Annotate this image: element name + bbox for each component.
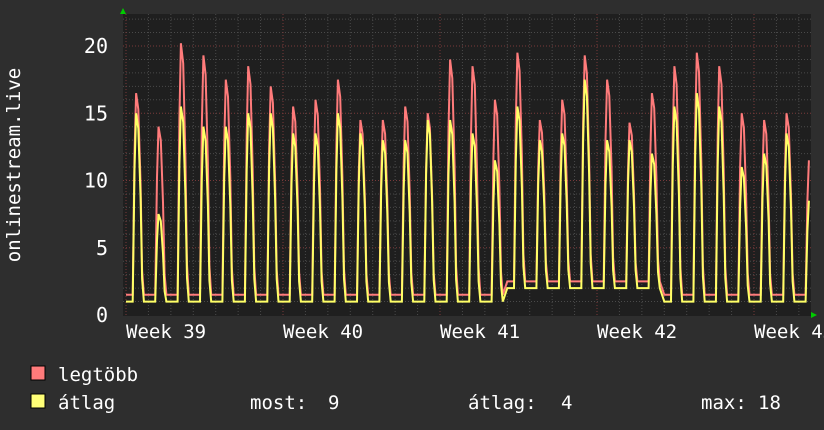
y-tick-label: 10 — [84, 169, 108, 193]
x-axis-arrow-icon — [811, 312, 817, 318]
y-tick-label: 0 — [96, 303, 108, 327]
x-tick-label: Week 41 — [440, 321, 520, 343]
chart-svg: 05101520 Week 39 Week 40 Week 41 Week 42 Wee… — [3, 8, 824, 414]
y-tick-label: 5 — [96, 236, 108, 260]
stat-max-value: 18 — [758, 392, 781, 414]
legend-swatch-avg — [30, 393, 46, 409]
stat-max-label: max: — [701, 392, 747, 414]
stat-most-value: 9 — [328, 392, 339, 414]
x-tick-labels: Week 39 Week 40 Week 41 Week 42 Week 43 — [126, 321, 824, 343]
y-tick-labels: 0 5 10 15 20 — [84, 34, 108, 327]
x-tick-label: Week 43 — [754, 321, 824, 343]
stat-atlag-value: 4 — [561, 392, 572, 414]
stat-atlag-label: átlag: — [468, 392, 537, 414]
x-tick-label: Week 40 — [283, 321, 363, 343]
x-tick-label: Week 39 — [126, 321, 206, 343]
y-tick-label: 15 — [84, 101, 108, 125]
plot-area — [123, 14, 811, 316]
x-tick-label: Week 42 — [597, 321, 677, 343]
stat-most-label: most: — [250, 392, 307, 414]
legend-label-max: legtöbb — [58, 364, 138, 386]
y-axis-arrow-icon — [120, 8, 126, 14]
legend-label-avg: átlag — [58, 392, 115, 414]
y-axis-label: onlinestream.live — [3, 68, 25, 262]
y-tick-label: 20 — [84, 34, 108, 58]
chart-container: 0 5 10 15 20 Week 39 Week 40 Week 41 Week 42 Wee… — [0, 0, 824, 430]
legend-swatch-max — [30, 365, 46, 381]
